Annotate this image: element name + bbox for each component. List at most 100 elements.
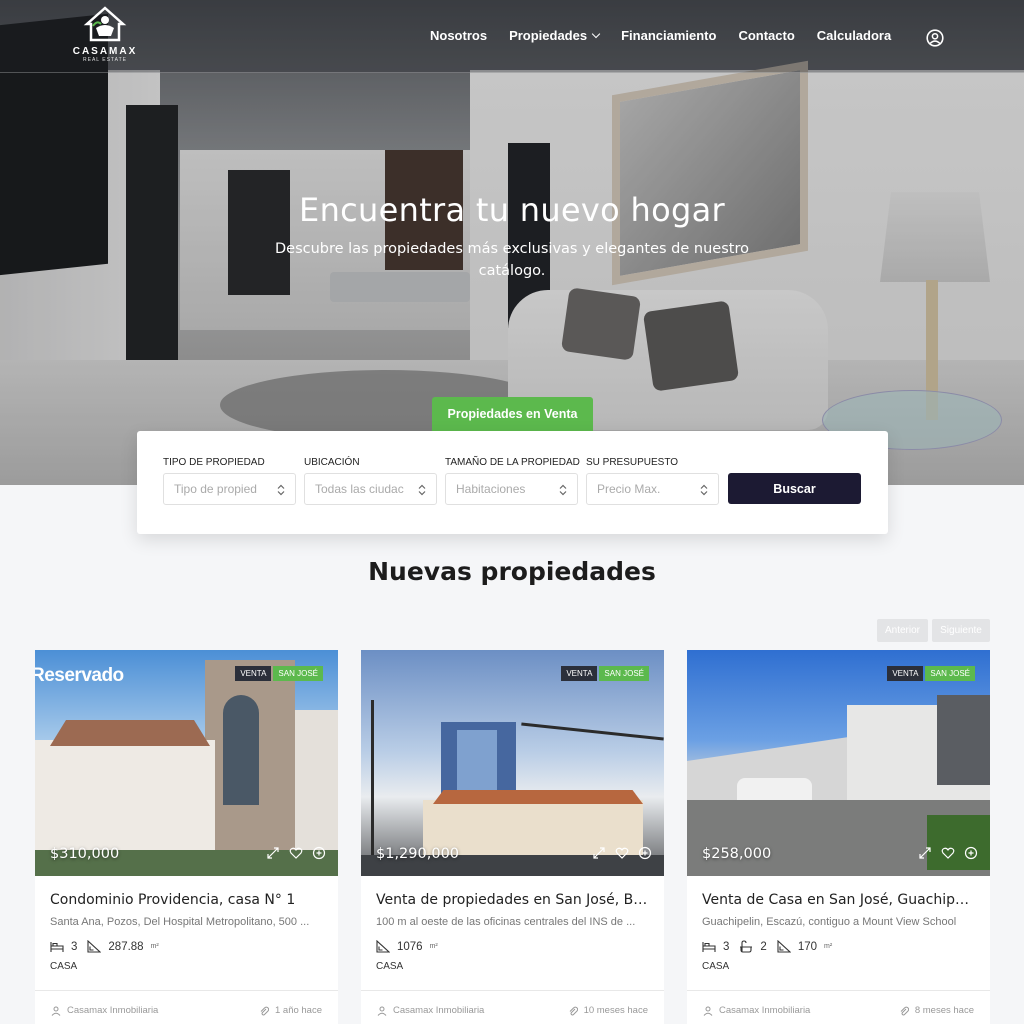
nav-propiedades[interactable]: Propiedades [509, 28, 601, 43]
listing-date: 10 meses hace [568, 1005, 648, 1016]
listing-agent[interactable]: Casamax Inmobiliaria [51, 1005, 158, 1016]
listing-card[interactable]: VENTA SAN JOSÉ $1,290,000 Venta de propi… [361, 650, 664, 1024]
badge-location: SAN JOSÉ [273, 666, 323, 681]
nav-contacto[interactable]: Contacto [738, 28, 794, 43]
listing-price: $258,000 [702, 846, 772, 862]
badge-status: VENTA [887, 666, 924, 681]
listing-agent[interactable]: Casamax Inmobiliaria [703, 1005, 810, 1016]
section-title: Nuevas propiedades [368, 557, 656, 586]
field-tipo-propiedad: TIPO DE PROPIEDAD Tipo de propied [163, 457, 296, 505]
listing-card[interactable]: Reservado VENTA SAN JOSÉ $310,000 Condom… [35, 650, 338, 1024]
feature-unit: m² [150, 943, 159, 950]
feature-area: 287.88 m² [87, 940, 159, 953]
listing-actions [266, 846, 326, 860]
listing-price: $1,290,000 [376, 846, 460, 862]
listing-price: $310,000 [50, 846, 120, 862]
select-value: Habitaciones [456, 482, 526, 496]
listing-features: 3 2 170 m² [702, 940, 975, 953]
property-type-select[interactable]: Tipo de propied [163, 473, 296, 505]
feature-bedrooms: 3 [702, 940, 729, 953]
location-select[interactable]: Todas las ciudac [304, 473, 437, 505]
field-label: TAMAÑO DE LA PROPIEDAD [445, 457, 580, 468]
feature-value: 3 [723, 940, 730, 953]
field-tamano: TAMAÑO DE LA PROPIEDAD Habitaciones [445, 457, 580, 505]
area-icon [777, 940, 791, 953]
posted-time: 10 meses hace [583, 1005, 648, 1016]
area-icon [376, 940, 390, 953]
compare-plus-icon[interactable] [638, 846, 652, 860]
feature-area: 1076 m² [376, 940, 438, 953]
listing-address: 100 m al oeste de las oficinas centrales… [376, 916, 636, 928]
select-value: Tipo de propied [174, 482, 257, 496]
updown-chevron-icon [700, 484, 708, 496]
tab-propiedades-en-venta[interactable]: Propiedades en Venta [432, 397, 593, 431]
user-icon [703, 1006, 713, 1016]
field-label: TIPO DE PROPIEDAD [163, 457, 265, 468]
listing-type: CASA [702, 961, 730, 972]
rooms-select[interactable]: Habitaciones [445, 473, 578, 505]
feature-value: 170 [797, 940, 817, 953]
updown-chevron-icon [418, 484, 426, 496]
feature-bathrooms: 2 [739, 940, 767, 953]
prev-button[interactable]: Anterior [877, 619, 928, 642]
chevron-down-icon [591, 29, 601, 39]
badge-status: VENTA [561, 666, 598, 681]
brand-logo[interactable]: CASAMAX REAL ESTATE [70, 6, 140, 64]
nav-financiamiento[interactable]: Financiamiento [621, 28, 716, 43]
compare-plus-icon[interactable] [964, 846, 978, 860]
user-icon [51, 1006, 61, 1016]
posted-time: 1 año hace [274, 1005, 322, 1016]
heart-icon[interactable] [615, 846, 629, 860]
listing-agent[interactable]: Casamax Inmobiliaria [377, 1005, 484, 1016]
max-price-select[interactable]: Precio Max. [586, 473, 719, 505]
agent-name: Casamax Inmobiliaria [67, 1005, 159, 1016]
listing-title[interactable]: Venta de propiedades en San José, Ba... [376, 892, 649, 908]
heart-icon[interactable] [941, 846, 955, 860]
user-icon [377, 1006, 387, 1016]
listing-date: 8 meses hace [899, 1005, 974, 1016]
reserved-label: Reservado [35, 665, 124, 686]
nav-calculadora[interactable]: Calculadora [817, 28, 891, 43]
listing-features: 3 287.88 m² [50, 940, 323, 953]
feature-value: 3 [71, 940, 78, 953]
updown-chevron-icon [277, 484, 285, 496]
listing-photo[interactable]: VENTA SAN JOSÉ $258,000 [687, 650, 990, 876]
next-button[interactable]: Siguiente [932, 619, 990, 642]
posted-time: 8 meses hace [914, 1005, 974, 1016]
field-presupuesto: SU PRESUPUESTO Precio Max. [586, 457, 719, 505]
listing-features: 1076 m² [376, 940, 649, 953]
feature-area: 170 m² [777, 940, 832, 953]
compare-plus-icon[interactable] [312, 846, 326, 860]
carousel-pager: Anterior Siguiente [877, 619, 990, 642]
listing-type: CASA [50, 961, 78, 972]
listing-address: Guachipelin, Escazú, contiguo a Mount Vi… [702, 916, 957, 928]
listing-title[interactable]: Condominio Providencia, casa N° 1 [50, 892, 323, 908]
listing-date: 1 año hace [259, 1005, 322, 1016]
listing-card[interactable]: VENTA SAN JOSÉ $258,000 Venta de Casa en… [687, 650, 990, 1024]
listing-photo[interactable]: VENTA SAN JOSÉ $1,290,000 [361, 650, 664, 876]
heart-icon[interactable] [289, 846, 303, 860]
bed-icon [50, 942, 64, 952]
nav-propiedades-label: Propiedades [509, 28, 588, 43]
paperclip-icon [569, 1006, 578, 1015]
listing-photo[interactable]: Reservado VENTA SAN JOSÉ $310,000 [35, 650, 338, 876]
agent-name: Casamax Inmobiliaria [393, 1005, 485, 1016]
listing-footer: Casamax Inmobiliaria 10 meses hace [361, 990, 664, 1024]
expand-icon[interactable] [266, 846, 280, 860]
feature-unit: m² [824, 943, 833, 950]
user-account-icon[interactable] [926, 29, 944, 47]
brand-tagline: REAL ESTATE [83, 57, 127, 63]
expand-icon[interactable] [918, 846, 932, 860]
field-label: UBICACIÓN [304, 457, 360, 468]
feature-unit: m² [429, 943, 438, 950]
nav-nosotros[interactable]: Nosotros [430, 28, 487, 43]
expand-icon[interactable] [592, 846, 606, 860]
field-label: SU PRESUPUESTO [586, 457, 679, 468]
bed-icon [702, 942, 716, 952]
feature-value: 2 [760, 940, 767, 953]
search-button[interactable]: Buscar [728, 473, 861, 504]
listing-title[interactable]: Venta de Casa en San José, Guachipelí... [702, 892, 975, 908]
listing-footer: Casamax Inmobiliaria 8 meses hace [687, 990, 990, 1024]
badge-location: SAN JOSÉ [925, 666, 975, 681]
listing-badges: VENTA SAN JOSÉ [235, 666, 323, 681]
